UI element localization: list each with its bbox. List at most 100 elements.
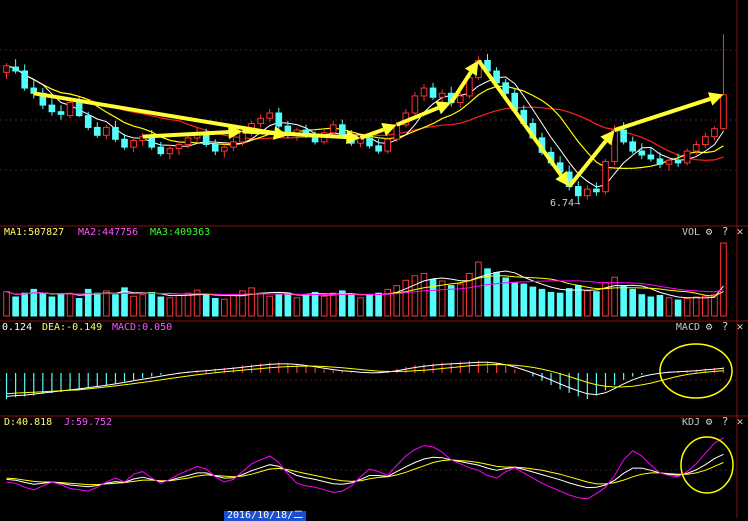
vol-close-icon[interactable]: ✕ xyxy=(734,225,746,238)
chart-canvas xyxy=(0,0,748,518)
candle-body xyxy=(384,138,392,152)
volume-bar xyxy=(402,279,410,317)
macd-settings-icon[interactable]: ⚙ xyxy=(703,320,715,333)
candle-body xyxy=(674,159,682,164)
volume-bar xyxy=(221,298,228,317)
candle-body xyxy=(375,145,382,152)
volume-bar xyxy=(48,296,56,317)
kdj-help-icon[interactable]: ? xyxy=(719,415,731,428)
candle-body xyxy=(184,137,192,145)
volume-bar xyxy=(511,282,519,317)
candle-body xyxy=(175,144,183,149)
candle-body xyxy=(84,115,92,128)
candle-body xyxy=(66,102,74,117)
chart-background xyxy=(0,0,748,518)
candle-body xyxy=(366,137,373,147)
volume-bar xyxy=(683,298,691,317)
macd-help-icon[interactable]: ? xyxy=(719,320,731,333)
candle-body xyxy=(602,161,609,193)
volume-bar xyxy=(175,294,183,317)
candle-body xyxy=(720,94,727,130)
candle-body xyxy=(57,111,65,115)
candle-body xyxy=(393,124,401,140)
candle-body xyxy=(647,154,655,160)
macd-close-icon[interactable]: ✕ xyxy=(734,320,746,333)
volume-bar xyxy=(157,296,165,317)
kdj-close-icon[interactable]: ✕ xyxy=(734,415,746,428)
volume-bar xyxy=(357,297,364,317)
kdj-j-label: J:59.752 xyxy=(64,417,113,428)
candle-body xyxy=(329,124,337,134)
kdj-d-label: D:40.818 xyxy=(4,417,53,428)
volume-bar xyxy=(538,288,546,317)
vol-help-icon[interactable]: ? xyxy=(719,225,731,238)
volume-bar xyxy=(701,295,709,317)
candle-body xyxy=(21,70,29,89)
candle-body xyxy=(121,138,128,148)
volume-bar xyxy=(284,292,292,317)
vol-ma2-label: MA2:447756 xyxy=(78,227,139,238)
candle-body xyxy=(130,140,137,148)
candle-body xyxy=(266,112,274,119)
candle-body xyxy=(656,158,664,165)
volume-bar xyxy=(692,296,700,317)
volume-bar xyxy=(629,288,637,317)
volume-bar xyxy=(556,292,564,317)
volume-bar xyxy=(320,295,328,317)
candle-body xyxy=(112,126,119,140)
volume-bar xyxy=(502,277,509,317)
kdj-settings-icon[interactable]: ⚙ xyxy=(703,415,715,428)
candle-body xyxy=(638,150,646,156)
candle-body xyxy=(211,144,219,152)
candle-body xyxy=(12,66,19,72)
candle-body xyxy=(502,82,509,94)
candle-body xyxy=(257,117,264,124)
volume-bar xyxy=(21,292,29,317)
candle-body xyxy=(683,150,691,164)
vol-settings-icon[interactable]: ⚙ xyxy=(703,225,715,238)
stock-chart-stage: 6.74→ MA1:507827 MA2:447756 MA3:409363 V… xyxy=(0,0,748,521)
candle-body xyxy=(629,141,637,152)
candle-body xyxy=(338,124,346,136)
volume-bar xyxy=(647,296,655,317)
volume-bar xyxy=(166,297,174,317)
candle-body xyxy=(275,112,283,127)
volume-bar xyxy=(375,292,382,317)
candle-body xyxy=(75,102,83,117)
volume-bar xyxy=(148,291,156,317)
vol-panel-name: VOL xyxy=(681,227,700,238)
volume-bar xyxy=(93,292,101,317)
volume-bar xyxy=(248,287,255,317)
macd-value-label: MACD:0.050 xyxy=(112,322,173,333)
candle-body xyxy=(438,92,446,98)
volume-bar xyxy=(130,295,137,317)
volume-bar xyxy=(593,291,600,317)
volume-bar xyxy=(139,294,146,317)
volume-bar xyxy=(275,293,283,317)
volume-bar xyxy=(420,272,428,317)
vol-ma1-label: MA1:507827 xyxy=(4,227,65,238)
candle-body xyxy=(711,128,718,138)
volume-bar xyxy=(366,294,373,317)
volume-bar xyxy=(638,294,646,317)
candle-body xyxy=(103,126,110,136)
volume-bar xyxy=(184,292,192,317)
candle-body xyxy=(166,147,174,155)
vol-ma3-label: MA3:409363 xyxy=(150,227,211,238)
candle-body xyxy=(701,136,709,145)
volume-bar xyxy=(302,294,310,317)
candle-body xyxy=(420,87,428,97)
volume-bar xyxy=(75,298,83,317)
kdj-panel-name: KDJ xyxy=(681,417,700,428)
volume-bar xyxy=(202,294,210,317)
volume-bar xyxy=(674,299,682,317)
candle-body xyxy=(456,95,464,103)
volume-bar xyxy=(429,279,437,317)
volume-bar xyxy=(112,294,119,317)
candle-body xyxy=(620,129,627,143)
volume-bar xyxy=(529,286,537,317)
volume-bar xyxy=(39,292,47,317)
volume-bar xyxy=(230,294,237,317)
date-cursor-tag: 2016/10/18/二 xyxy=(224,511,307,521)
volume-bar xyxy=(266,295,274,317)
